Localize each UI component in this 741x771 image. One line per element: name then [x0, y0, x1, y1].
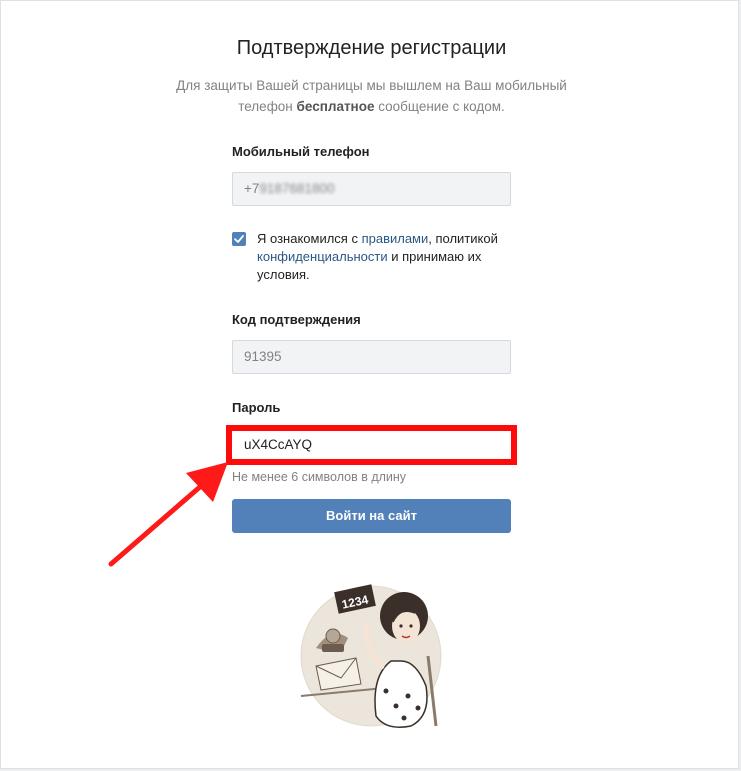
password-hint: Не менее 6 символов в длину	[232, 470, 407, 484]
page-subtitle: Для защиты Вашей страницы мы вышлем на В…	[151, 75, 592, 117]
phone-prefix: +7	[244, 181, 260, 196]
phone-number-blurred: 9187681800	[259, 181, 335, 196]
agreement-text-1: Я ознакомился с	[257, 231, 362, 246]
code-label: Код подтверждения	[232, 312, 361, 327]
login-button[interactable]: Войти на сайт	[232, 499, 511, 533]
red-arrow-annotation	[108, 462, 228, 567]
password-label: Пароль	[232, 400, 281, 415]
code-field[interactable]: 91395	[232, 340, 511, 374]
password-field[interactable]: uX4CcAYQ	[226, 425, 517, 465]
subtitle-bold: бесплатное	[296, 99, 375, 114]
registration-illustration: 1234	[300, 584, 442, 728]
registration-card: Подтверждение регистрации Для защиты Ваш…	[0, 0, 739, 769]
rules-link[interactable]: правилами	[362, 231, 429, 246]
checkmark-icon	[234, 235, 244, 243]
page-title: Подтверждение регистрации	[236, 37, 507, 59]
phone-label: Мобильный телефон	[232, 144, 370, 159]
agreement-checkbox[interactable]	[232, 232, 246, 246]
phone-field[interactable]: +79187681800	[232, 172, 511, 206]
agreement-text: Я ознакомился с правилами, политикой кон…	[257, 230, 513, 284]
privacy-link[interactable]: конфиденциальности	[257, 249, 388, 264]
agreement-text-2: , политикой	[428, 231, 498, 246]
subtitle-text-2: сообщение с кодом.	[374, 99, 505, 114]
